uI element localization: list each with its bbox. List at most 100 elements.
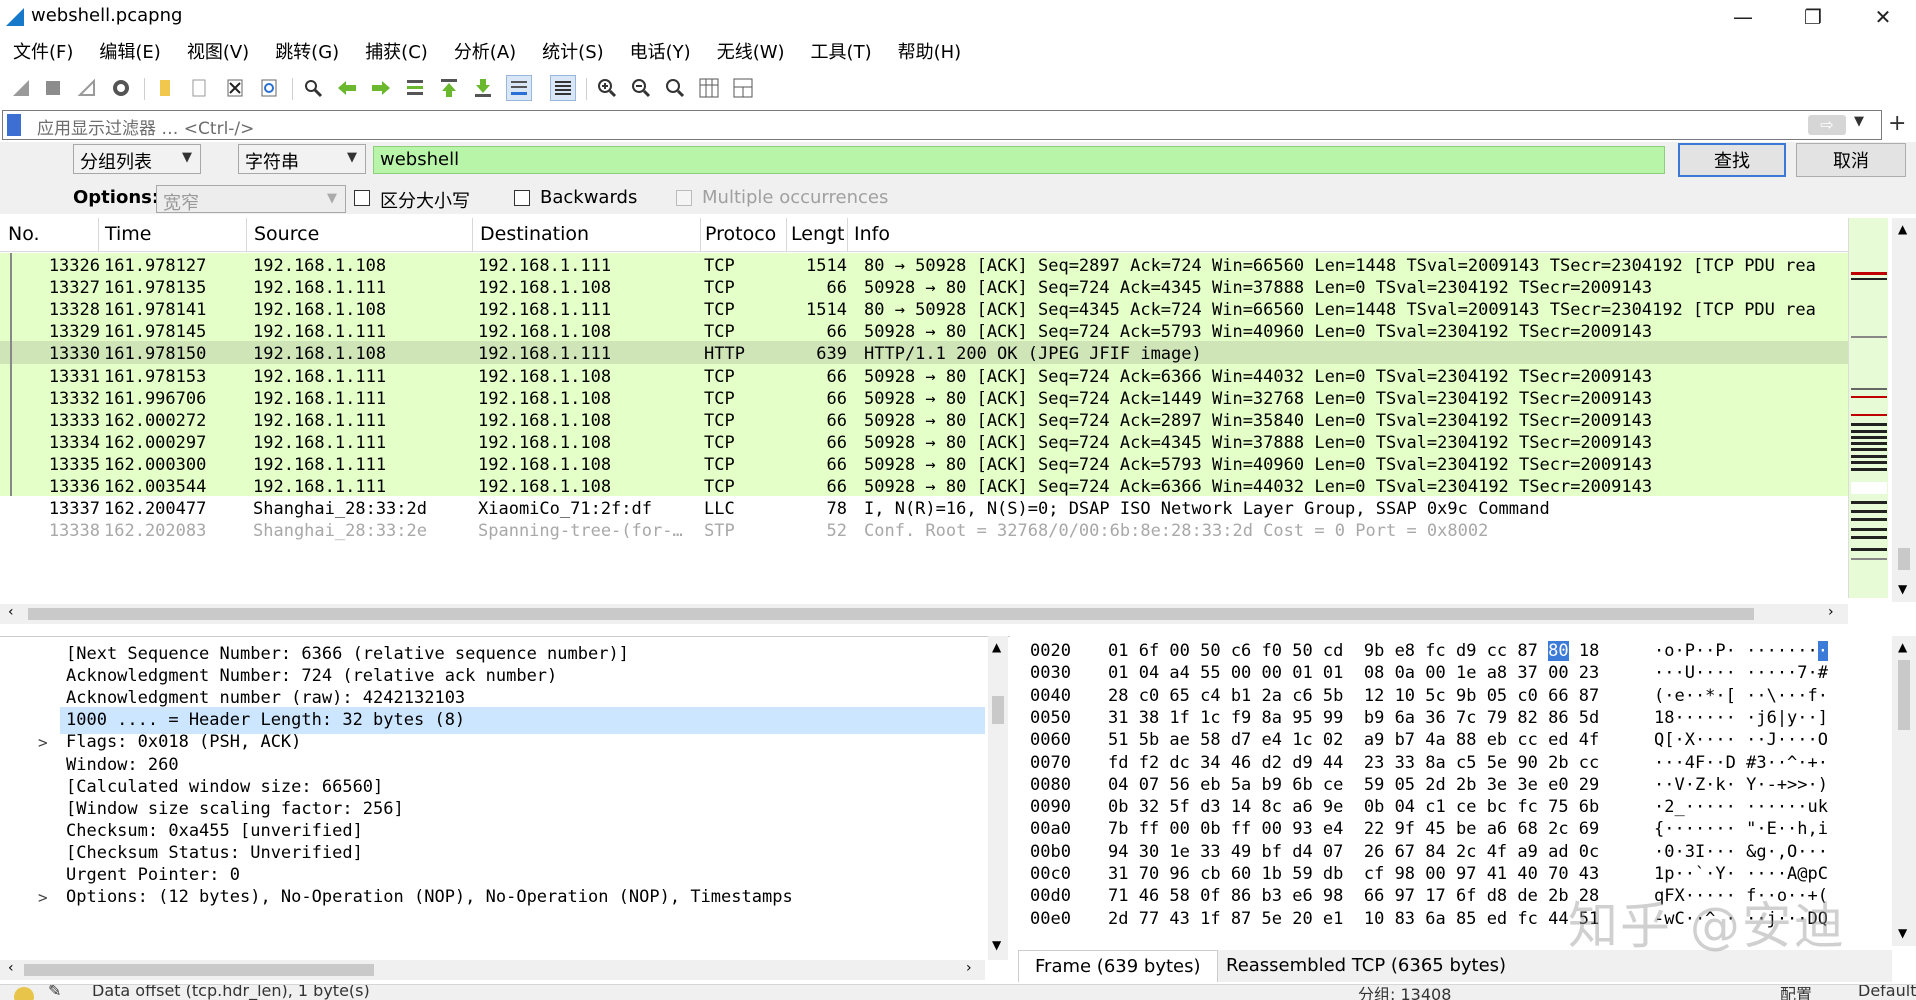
details-tree-item[interactable]: > Options: (12 bytes), No-Operation (NOP)… xyxy=(0,884,985,911)
horizontal-scroll-thumb[interactable] xyxy=(28,608,1754,620)
go-back-icon[interactable] xyxy=(334,75,360,101)
hex-dump-row[interactable]: 0040 28 c0 65 c4 b1 2a c6 5b 12 10 5c 9b … xyxy=(1030,685,1880,707)
status-profile-label[interactable]: 配置 xyxy=(1780,985,1812,1000)
menu-capture[interactable]: 捕获(C) xyxy=(352,36,441,66)
scroll-thumb[interactable] xyxy=(992,696,1004,724)
close-file-icon[interactable] xyxy=(222,75,248,101)
colorize-icon[interactable] xyxy=(550,75,576,101)
hex-dump-row[interactable]: 00c0 31 70 96 cb 60 1b 59 db cf 98 00 97 … xyxy=(1030,863,1880,885)
filter-history-chevron-down-icon[interactable]: ▼ xyxy=(1854,114,1864,129)
go-last-icon[interactable] xyxy=(470,75,496,101)
column-header-source[interactable]: Source xyxy=(254,223,319,245)
tab-reassembled-tcp[interactable]: Reassembled TCP (6365 bytes) xyxy=(1210,950,1522,982)
hex-dump-row[interactable]: 0070 fd f2 dc 34 46 d2 d9 44 23 33 8a c5 … xyxy=(1030,752,1880,774)
bytes-vertical-scrollbar[interactable]: ▲ ▼ xyxy=(1892,636,1916,946)
hex-dump-row[interactable]: 0020 01 6f 00 50 c6 f0 50 cd 9b e8 fc d9 … xyxy=(1030,640,1880,662)
column-header-destination[interactable]: Destination xyxy=(480,223,589,245)
maximize-button[interactable]: ❐ xyxy=(1784,0,1842,34)
menu-go[interactable]: 跳转(G) xyxy=(262,36,352,66)
scroll-up-icon[interactable]: ▲ xyxy=(992,640,1001,654)
display-filter-bar[interactable]: 应用显示过滤器 … <Ctrl-/> ⇨ ▼ xyxy=(2,110,1882,140)
hex-dump-row[interactable]: 0080 04 07 56 eb 5a b9 6b ce 59 05 2d 2b … xyxy=(1030,774,1880,796)
column-header-protocol[interactable]: Protoco xyxy=(705,223,776,245)
find-packet-icon[interactable] xyxy=(300,75,326,101)
column-header-info[interactable]: Info xyxy=(854,223,890,245)
go-first-icon[interactable] xyxy=(436,75,462,101)
backwards-checkbox[interactable] xyxy=(514,190,530,206)
open-file-icon[interactable] xyxy=(152,75,178,101)
scroll-thumb[interactable] xyxy=(1898,660,1910,730)
hex-dump-row[interactable]: 0060 51 5b ae 58 d7 e4 1c 02 a9 b7 4a 88 … xyxy=(1030,729,1880,751)
menu-view[interactable]: 视图(V) xyxy=(174,36,262,66)
search-in-select[interactable]: 分组列表 ▼ xyxy=(73,144,201,174)
find-button[interactable]: 查找 xyxy=(1678,143,1786,177)
scroll-down-icon[interactable]: ▼ xyxy=(1898,926,1907,940)
scroll-left-icon[interactable]: ‹ xyxy=(8,960,14,976)
packet-minimap[interactable] xyxy=(1848,218,1888,598)
go-to-packet-icon[interactable] xyxy=(402,75,428,101)
menu-statistics[interactable]: 统计(S) xyxy=(529,36,616,66)
ascii-byte-highlight[interactable]: · xyxy=(1817,641,1829,661)
search-input[interactable]: webshell xyxy=(373,146,1665,174)
display-filter-input[interactable]: 应用显示过滤器 … <Ctrl-/> xyxy=(37,114,254,139)
scroll-right-icon[interactable]: › xyxy=(966,960,972,976)
close-button[interactable]: ✕ xyxy=(1854,0,1912,34)
autoscroll-icon[interactable] xyxy=(506,75,532,101)
menu-tools[interactable]: 工具(T) xyxy=(798,36,885,66)
search-type-select[interactable]: 字符串 ▼ xyxy=(238,144,366,174)
cancel-button[interactable]: 取消 xyxy=(1796,143,1906,177)
zoom-normal-icon[interactable] xyxy=(662,75,688,101)
multiple-occurrences-checkbox[interactable] xyxy=(676,190,692,206)
details-vertical-scrollbar[interactable]: ▲ ▼ xyxy=(988,636,1008,960)
hex-dump-row[interactable]: 00a0 7b ff 00 0b ff 00 93 e4 22 9f 45 be … xyxy=(1030,818,1880,840)
zoom-in-icon[interactable] xyxy=(594,75,620,101)
status-profile-value[interactable]: Default xyxy=(1858,985,1916,1000)
capture-comment-icon[interactable]: ✎ xyxy=(48,985,61,1000)
minimize-button[interactable]: — xyxy=(1714,0,1772,34)
expert-info-icon[interactable] xyxy=(14,987,34,1000)
menu-telephony[interactable]: 电话(Y) xyxy=(617,36,704,66)
reload-file-icon[interactable] xyxy=(256,75,282,101)
layout-icon[interactable] xyxy=(730,75,756,101)
details-horizontal-scrollbar[interactable]: ‹ › xyxy=(0,960,985,980)
tab-frame-bytes[interactable]: Frame (639 bytes) xyxy=(1018,950,1218,982)
packet-list-vertical-scrollbar[interactable]: ▲ ▼ xyxy=(1892,218,1916,602)
expand-chevron-right-icon[interactable]: > xyxy=(38,884,48,911)
column-header-length[interactable]: Lengt xyxy=(791,223,845,245)
scroll-down-icon[interactable]: ▼ xyxy=(992,938,1001,952)
stop-capture-icon[interactable] xyxy=(40,75,66,101)
menu-wireless[interactable]: 无线(W) xyxy=(704,36,798,66)
zoom-out-icon[interactable] xyxy=(628,75,654,101)
hex-dump-row[interactable]: 0030 01 04 a4 55 00 00 01 01 08 0a 00 1e … xyxy=(1030,662,1880,684)
hex-dump-row[interactable]: 00b0 94 30 1e 33 49 bf d4 07 26 67 84 2c … xyxy=(1030,841,1880,863)
scroll-thumb[interactable] xyxy=(1898,548,1910,570)
apply-filter-arrow-icon[interactable]: ⇨ xyxy=(1808,115,1846,135)
filter-bookmark-icon[interactable] xyxy=(7,114,21,136)
scroll-right-icon[interactable]: › xyxy=(1828,604,1834,620)
packet-row[interactable]: 13338 162.202083 Shanghai_28:33:2e Spanning… xyxy=(0,518,1848,546)
menu-help[interactable]: 帮助(H) xyxy=(885,36,975,66)
hex-byte-highlight[interactable]: 80 xyxy=(1548,641,1569,661)
menu-edit[interactable]: 编辑(E) xyxy=(86,36,173,66)
horizontal-scroll-thumb[interactable] xyxy=(24,964,374,976)
case-sensitive-checkbox[interactable] xyxy=(354,190,370,206)
scroll-left-icon[interactable]: ‹ xyxy=(8,604,14,620)
packet-list-horizontal-scrollbar[interactable]: ‹ › xyxy=(0,604,1848,624)
charset-select[interactable]: 宽窄 ▼ xyxy=(156,185,346,214)
menu-file[interactable]: 文件(F) xyxy=(0,36,86,66)
column-header-time[interactable]: Time xyxy=(105,223,152,245)
scroll-up-icon[interactable]: ▲ xyxy=(1898,640,1907,654)
go-forward-icon[interactable] xyxy=(368,75,394,101)
save-file-icon[interactable] xyxy=(186,75,212,101)
add-filter-button[interactable]: + xyxy=(1888,111,1906,136)
column-header-no[interactable]: No. xyxy=(8,223,40,245)
hex-dump-row[interactable]: 0090 0b 32 5f d3 14 8c a6 9e 0b 04 c1 ce … xyxy=(1030,796,1880,818)
start-capture-icon[interactable] xyxy=(8,75,34,101)
capture-options-icon[interactable] xyxy=(108,75,134,101)
resize-columns-icon[interactable] xyxy=(696,75,722,101)
menu-analyze[interactable]: 分析(A) xyxy=(441,36,529,66)
scroll-down-icon[interactable]: ▼ xyxy=(1898,582,1907,596)
restart-capture-icon[interactable] xyxy=(74,75,100,101)
scroll-up-icon[interactable]: ▲ xyxy=(1898,222,1907,236)
hex-dump-row[interactable]: 0050 31 38 1f 1c f9 8a 95 99 b9 6a 36 7c … xyxy=(1030,707,1880,729)
